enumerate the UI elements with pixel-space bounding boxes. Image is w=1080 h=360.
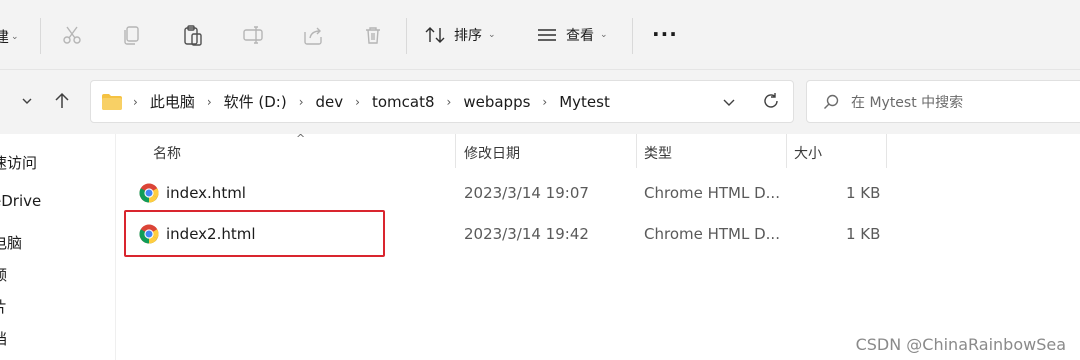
search-placeholder: 在 Mytest 中搜索 bbox=[851, 94, 964, 111]
chevron-right-icon: › bbox=[446, 94, 452, 109]
copy-button[interactable] bbox=[121, 24, 143, 46]
sort-icon bbox=[425, 27, 445, 43]
chevron-right-icon: › bbox=[298, 94, 304, 109]
trash-icon bbox=[366, 27, 380, 44]
toolbar-divider bbox=[406, 18, 407, 54]
nav-item-quick-access[interactable]: 速访问 bbox=[0, 152, 37, 173]
scissors-icon bbox=[63, 26, 81, 44]
nav-item-onedrive[interactable]: eDrive bbox=[0, 192, 41, 210]
column-divider[interactable] bbox=[886, 134, 887, 168]
arrow-up-icon bbox=[55, 92, 69, 108]
search-box[interactable]: 在 Mytest 中搜索 bbox=[806, 80, 1080, 123]
cut-button[interactable] bbox=[61, 24, 83, 46]
column-divider[interactable] bbox=[636, 134, 637, 168]
file-name: index2.html bbox=[166, 225, 256, 243]
delete-button[interactable] bbox=[362, 24, 384, 46]
chevron-right-icon: › bbox=[542, 94, 548, 109]
file-type: Chrome HTML D... bbox=[644, 184, 780, 202]
paste-button[interactable] bbox=[182, 24, 204, 46]
address-history-button[interactable] bbox=[718, 91, 740, 113]
nav-item-this-pc[interactable]: 电脑 bbox=[0, 232, 22, 253]
up-button[interactable] bbox=[50, 89, 74, 113]
column-header-modified[interactable]: 修改日期 bbox=[464, 143, 520, 163]
recent-locations-button[interactable] bbox=[16, 90, 38, 112]
share-icon bbox=[304, 27, 322, 45]
watermark: CSDN @ChinaRainbowSea bbox=[855, 335, 1066, 354]
address-bar[interactable]: › 此电脑 › 软件 (D:) › dev › tomcat8 › webapp… bbox=[90, 80, 794, 123]
sort-label: 排序 bbox=[454, 28, 482, 44]
breadcrumb-drive-d[interactable]: 软件 (D:) bbox=[224, 91, 287, 112]
more-icon: ··· bbox=[652, 22, 678, 46]
more-options-button[interactable]: ··· bbox=[652, 22, 678, 46]
breadcrumb-this-pc[interactable]: 此电脑 bbox=[150, 91, 195, 112]
chevron-down-icon bbox=[723, 99, 735, 106]
copy-icon bbox=[124, 26, 139, 45]
file-name: index.html bbox=[166, 184, 246, 202]
nav-item-videos[interactable]: 频 bbox=[0, 264, 7, 285]
breadcrumb-webapps[interactable]: webapps bbox=[463, 93, 530, 111]
chevron-right-icon: › bbox=[206, 94, 212, 109]
chevron-down-icon: ⌄ bbox=[600, 30, 608, 40]
search-icon bbox=[823, 94, 839, 110]
chevron-right-icon: › bbox=[133, 94, 138, 109]
refresh-button[interactable] bbox=[760, 90, 782, 112]
new-button-cutoff[interactable]: 建 ⌄ bbox=[0, 26, 19, 47]
paste-icon bbox=[184, 25, 202, 46]
toolbar-divider bbox=[40, 18, 41, 54]
chrome-icon bbox=[139, 224, 159, 244]
sort-ascending-icon: ^ bbox=[296, 132, 306, 145]
file-modified: 2023/3/14 19:07 bbox=[464, 184, 589, 202]
chrome-icon bbox=[139, 183, 159, 203]
breadcrumb-tomcat8[interactable]: tomcat8 bbox=[372, 93, 435, 111]
chevron-down-icon bbox=[22, 98, 32, 104]
new-label: 建 bbox=[0, 28, 10, 46]
breadcrumb-dev[interactable]: dev bbox=[316, 93, 344, 111]
column-header-size[interactable]: 大小 bbox=[794, 143, 822, 163]
chevron-down-icon: ⌄ bbox=[488, 30, 496, 40]
nav-item-documents[interactable]: 档 bbox=[0, 328, 7, 349]
toolbar-divider bbox=[632, 18, 633, 54]
column-header-name[interactable]: 名称 bbox=[153, 143, 181, 163]
column-divider[interactable] bbox=[786, 134, 787, 168]
column-divider[interactable] bbox=[455, 134, 456, 168]
file-size: 1 KB bbox=[846, 225, 881, 243]
sort-button[interactable]: 排序 ⌄ bbox=[424, 25, 496, 45]
file-list: ^ 名称 修改日期 类型 大小 index.html 2023/3/14 19:… bbox=[116, 132, 1080, 360]
breadcrumb-mytest[interactable]: Mytest bbox=[559, 93, 610, 111]
column-header-type[interactable]: 类型 bbox=[644, 143, 672, 163]
file-size: 1 KB bbox=[846, 184, 881, 202]
view-list-icon bbox=[538, 29, 556, 41]
file-row[interactable]: index2.html 2023/3/14 19:42 Chrome HTML … bbox=[116, 214, 1080, 254]
command-bar: 建 ⌄ 排序 ⌄ 查看 ⌄ ··· bbox=[0, 0, 1080, 70]
rename-button[interactable] bbox=[242, 24, 264, 46]
rename-icon bbox=[243, 26, 263, 44]
file-row[interactable]: index.html 2023/3/14 19:07 Chrome HTML D… bbox=[116, 173, 1080, 213]
file-type: Chrome HTML D... bbox=[644, 225, 780, 243]
view-button[interactable]: 查看 ⌄ bbox=[536, 25, 608, 45]
folder-icon bbox=[101, 93, 123, 111]
nav-item-pictures[interactable]: 片 bbox=[0, 296, 7, 317]
view-label: 查看 bbox=[566, 28, 594, 44]
chevron-down-icon: ⌄ bbox=[11, 31, 19, 42]
chevron-right-icon: › bbox=[355, 94, 360, 109]
share-button[interactable] bbox=[302, 24, 324, 46]
file-modified: 2023/3/14 19:42 bbox=[464, 225, 589, 243]
refresh-icon bbox=[764, 93, 778, 108]
navigation-pane: 速访问 eDrive 电脑 频 片 档 bbox=[0, 134, 116, 360]
